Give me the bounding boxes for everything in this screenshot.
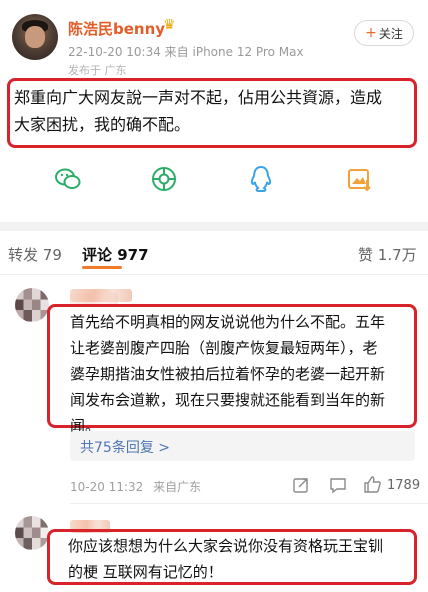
tab-repost-label: 转发 [8,246,39,264]
author-name[interactable]: 陈浩民benny [68,18,165,39]
commenter-avatar[interactable] [15,516,49,550]
post-text-line: 大家困扰，我的确不配。 [14,115,191,134]
post-body: 郑重向广大网友說一声对不起，佔用公共資源，造成 大家困扰，我的确不配。 [14,84,410,138]
comment-line: 闻发布会道歉，现在只要搜就还能看到当年的新 [70,391,386,409]
comment-line: 首先给不明真相的网友说说他为什么不配。五年 [70,313,386,331]
moments-icon[interactable] [149,164,179,194]
comment-body: 你应该想想为什么大家会说你没有资格玩王宝钏 的梗 互联网有记忆的！ [68,533,413,585]
comment-line: 婆孕期揩油女性被拍后拉着怀孕的老婆一起开新 [70,365,386,383]
post-location: 发布于 广东 [68,64,127,77]
comment-time: 10-20 11:32 [70,480,144,494]
comment-line: 让老婆剖腹产四胎（剖腹产恢复最短两年），老 [70,339,378,357]
wechat-icon[interactable] [53,164,83,194]
comment-line: 你应该想想为什么大家会说你没有资格玩王宝钏 [68,537,384,555]
active-tab-indicator [82,266,122,269]
comment-like-count: 1789 [387,478,421,493]
tab-repost-count: 79 [42,246,62,264]
commenter-avatar[interactable] [15,288,49,322]
tab-comments[interactable]: 评论 977 [82,244,149,265]
qq-icon[interactable] [246,164,276,194]
tabs-divider [0,274,428,275]
comment-source: 来自广东 [153,480,202,494]
tab-likes-label: 赞 [358,246,374,264]
plus-icon: + [365,25,377,41]
comment-meta: 10-20 11:32 来自广东 [70,478,201,495]
follow-button[interactable]: + 关注 [354,20,414,46]
tab-likes[interactable]: 赞 1.7万 [358,244,417,265]
comment-body: 首先给不明真相的网友说说他为什么不配。五年 让老婆剖腹产四胎（剖腹产恢复最短两年… [70,309,415,439]
tab-comments-count: 977 [117,246,149,264]
save-image-icon[interactable] [344,164,374,194]
share-icon[interactable] [290,474,312,496]
section-divider [0,222,428,231]
tab-comments-label: 评论 [82,246,113,264]
vip-crown-icon: ♛ [163,17,176,33]
comment-icon[interactable] [327,474,349,496]
tab-repost[interactable]: 转发 79 [8,244,62,265]
like-icon[interactable] [362,474,384,496]
post-meta: 22-10-20 10:34 来自 iPhone 12 Pro Max [68,45,304,59]
comment-divider [70,503,428,504]
post-text-line: 郑重向广大网友說一声对不起，佔用公共資源，造成 [14,88,383,107]
comment-line: 的梗 互联网有记忆的！ [68,563,223,581]
view-replies-link[interactable]: 共75条回复 > [80,437,170,457]
tab-likes-count: 1.7万 [377,246,417,264]
author-avatar[interactable] [12,14,58,60]
follow-label: 关注 [378,26,403,41]
